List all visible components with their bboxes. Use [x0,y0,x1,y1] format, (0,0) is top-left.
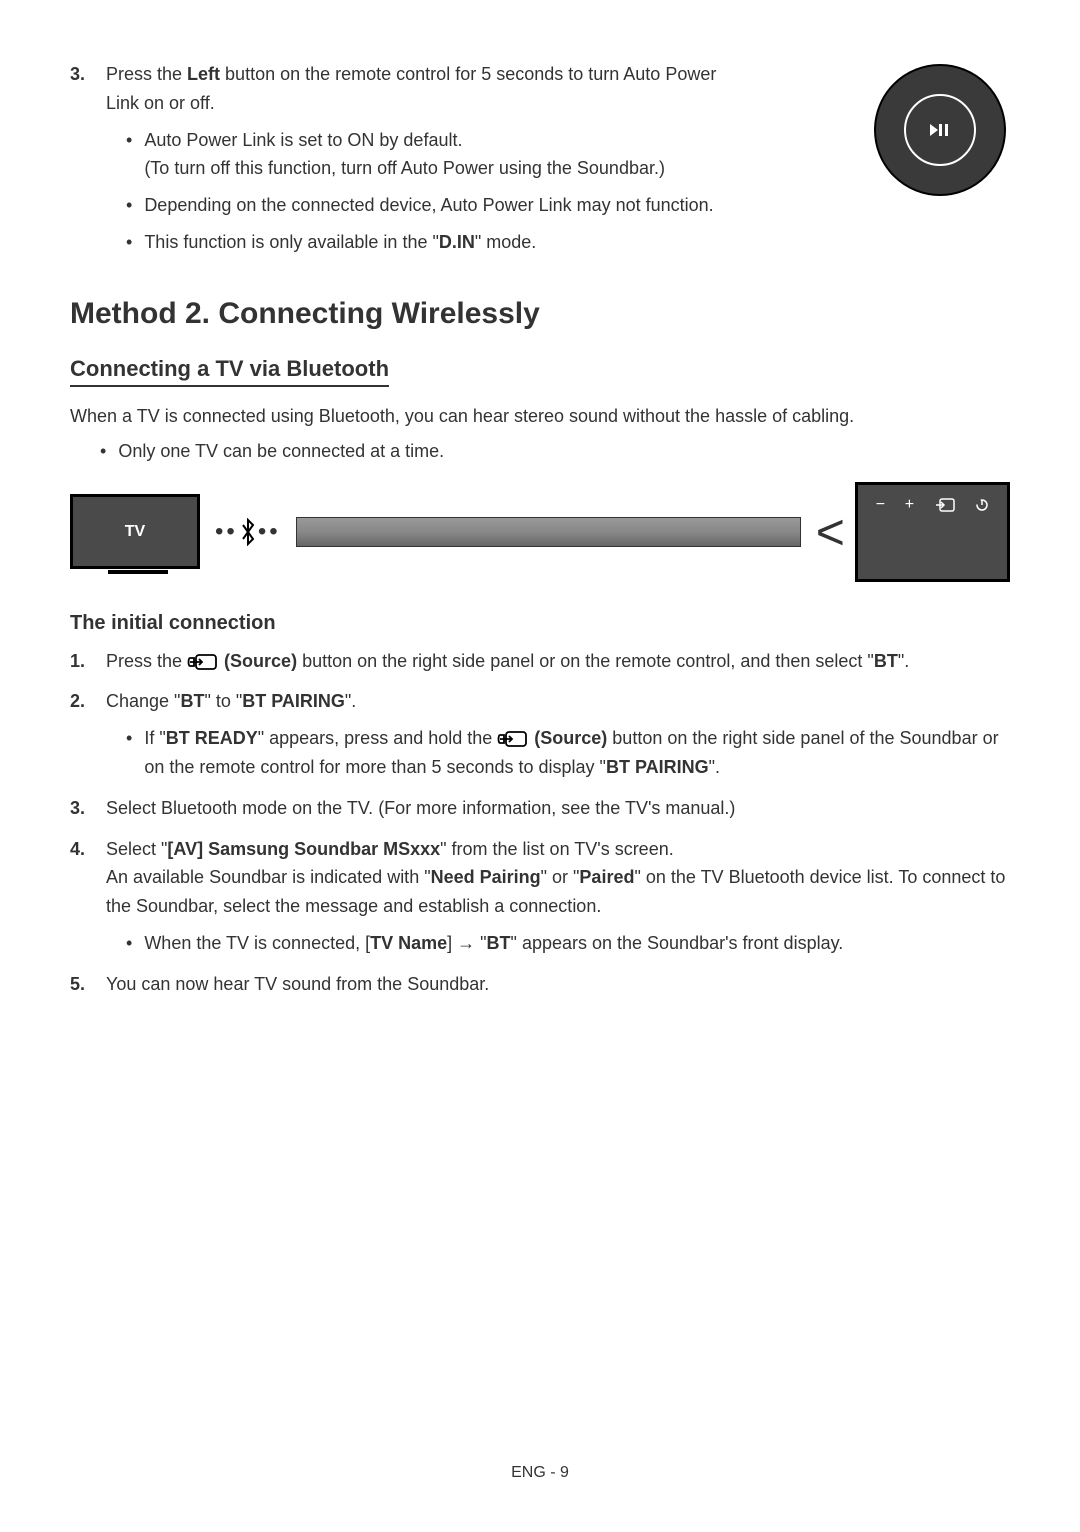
step-3b: 3. Select Bluetooth mode on the TV. (For… [70,794,1010,823]
step-1: 1. Press the (Source) button on the righ… [70,647,1010,676]
bullet-item: • Depending on the connected device, Aut… [126,191,746,220]
tv-illustration: TV [70,494,200,569]
control-panel-illustration: − + [855,482,1010,582]
intro-text: When a TV is connected using Bluetooth, … [70,402,1010,431]
source-icon [187,652,219,672]
sub-heading: Connecting a TV via Bluetooth [70,356,389,387]
step-2: 2. Change "BT" to "BT PAIRING". • If "BT… [70,687,1010,781]
step-4: 4. Select "[AV] Samsung Soundbar MSxxx" … [70,835,1010,958]
step-5: 5. You can now hear TV sound from the So… [70,970,1010,999]
page-footer: ENG - 9 [0,1464,1080,1482]
source-icon [497,729,529,749]
bullet-item: • Only one TV can be connected at a time… [100,441,1010,462]
connection-diagram: TV •• •• < − + [70,482,1010,582]
step-text: Press the Left button on the remote cont… [106,64,716,113]
angle-bracket-icon: < [816,503,845,561]
step-number: 3. [70,60,94,257]
step-3: 3. Press the Left button on the remote c… [70,60,1010,257]
bullet-item: • When the TV is connected, [TV Name] → … [126,929,1010,958]
remote-control-illustration [870,60,1010,200]
bullet-item: • This function is only available in the… [126,228,746,257]
bluetooth-icon: •• •• [215,518,281,546]
bullet-item: • If "BT READY" appears, press and hold … [126,724,1010,782]
bullet-item: • Auto Power Link is set to ON by defaul… [126,126,746,184]
method-heading: Method 2. Connecting Wirelessly [70,297,1010,331]
soundbar-illustration [296,517,801,547]
section-heading: The initial connection [70,612,1010,635]
